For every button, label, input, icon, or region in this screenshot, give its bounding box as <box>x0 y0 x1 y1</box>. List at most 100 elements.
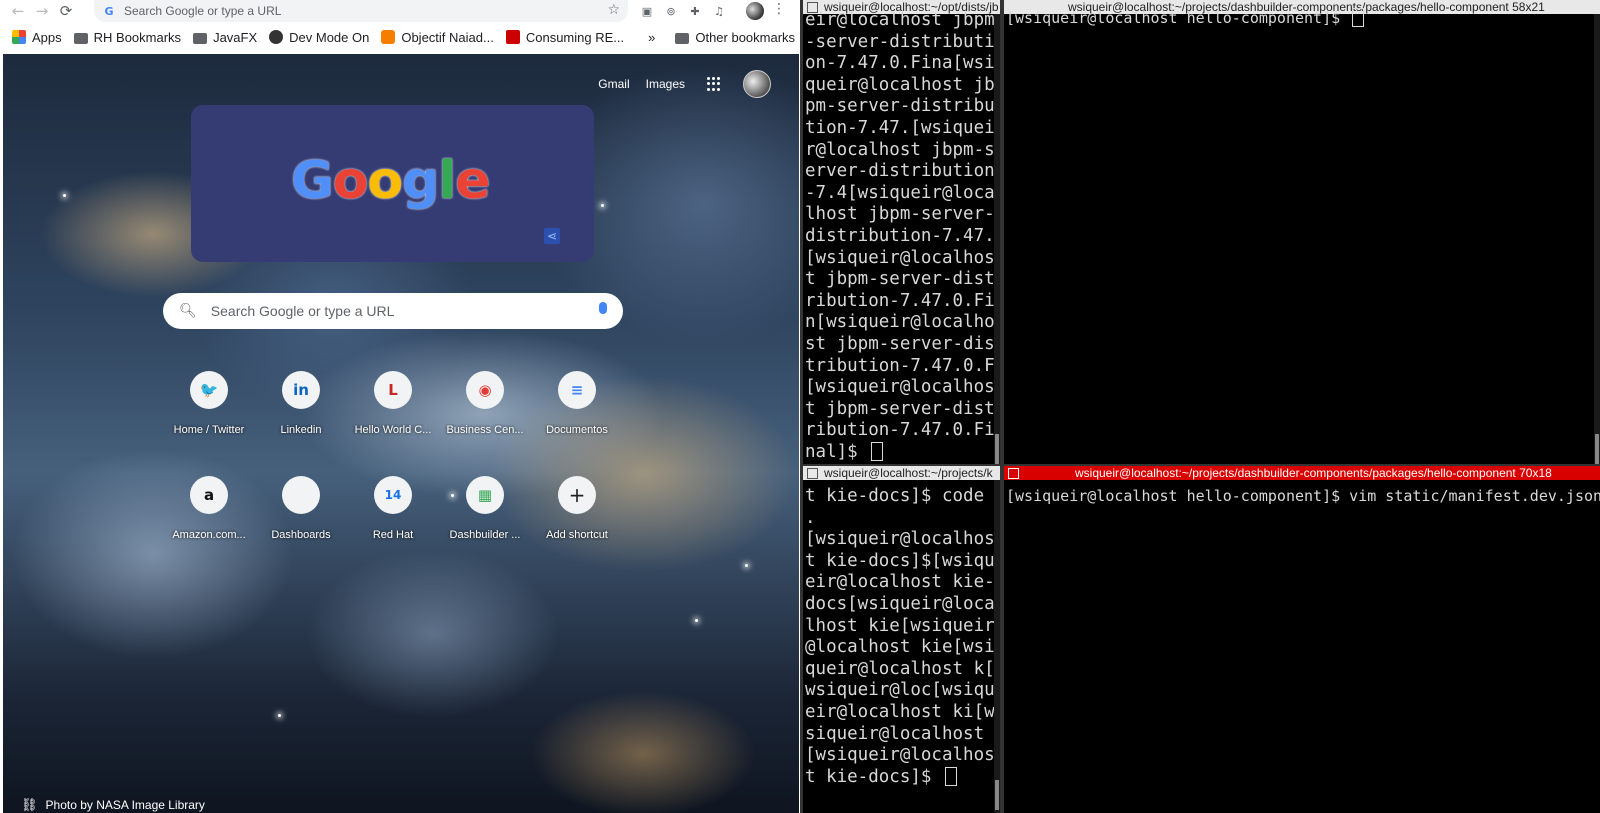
terminal-title: wsiqueir@localhost:~/projects/k <box>824 466 993 480</box>
images-link[interactable]: Images <box>646 77 685 91</box>
terminal-output[interactable]: [wsiqueir@localhost hello-component]$ <box>1004 8 1600 464</box>
shortcut-amazon[interactable]: a Amazon.com... <box>163 476 255 541</box>
terminal-line: st jbpm-server-dis <box>805 333 995 354</box>
omnibox-placeholder: Search Google or type a URL <box>124 4 282 18</box>
bookmark-javafx[interactable]: JavaFX <box>193 30 257 45</box>
terminal-scrollbar[interactable] <box>994 14 1000 464</box>
background-star <box>63 194 66 197</box>
shortcut-label: Linkedin <box>280 424 322 436</box>
doodle-letter: o <box>367 151 403 211</box>
terminal-top-right[interactable]: wsiqueir@localhost:~/projects/dashbuilde… <box>1004 0 1600 464</box>
terminal-line: docs[wsiqueir@loca <box>805 593 995 614</box>
bookmark-objectif-naiad[interactable]: Objectif Naiad... <box>381 30 494 45</box>
shortcut-red-hat[interactable]: 14 Red Hat <box>347 476 439 541</box>
folder-icon <box>675 32 690 44</box>
bookmark-star-icon[interactable]: ☆ <box>607 2 620 18</box>
terminal-bottom-right[interactable]: wsiqueir@localhost:~/projects/dashbuilde… <box>1004 466 1600 813</box>
omnibox[interactable]: G Search Google or type a URL ☆ <box>94 0 628 22</box>
ntp-search-box[interactable]: 🔍︎ Search Google or type a URL <box>163 293 623 329</box>
shortcut-business-central[interactable]: ◉ Business Cen... <box>439 371 531 436</box>
shortcut-label: Hello World C... <box>354 424 432 436</box>
shortcut-documentos[interactable]: ≡ Documentos <box>531 371 623 436</box>
twitter-icon: 🐦 <box>190 371 228 409</box>
photo-credit[interactable]: ⛓ Photo by NASA Image Library <box>21 797 205 813</box>
chrome-window: ← → ⟳ G Search Google or type a URL ☆ ▣ … <box>0 0 800 813</box>
terminal-icon <box>1008 468 1019 479</box>
shortcut-hello-world[interactable]: L Hello World C... <box>347 371 439 436</box>
terminal-line: tion-7.47.[wsiquei <box>805 117 995 138</box>
new-tab-page: Gmail Images Google ⋖ 🔍︎ Search Google o… <box>3 54 799 813</box>
bookmark-label: Dev Mode On <box>289 29 370 45</box>
blogger-icon <box>381 30 396 44</box>
add-shortcut-button[interactable]: + Add shortcut <box>531 476 623 541</box>
terminal-bottom-left[interactable]: wsiqueir@localhost:~/projects/k t kie-do… <box>803 466 1000 813</box>
google-doodle[interactable]: Google ⋖ <box>191 105 594 262</box>
terminal-line: -server-distributio <box>805 31 1000 52</box>
bookmark-other[interactable]: Other bookmarks <box>675 30 795 45</box>
terminal-line: distribution-7.47. <box>805 225 995 246</box>
shortcut-label: Amazon.com... <box>172 529 246 541</box>
doodle-letter: l <box>438 151 456 211</box>
dashbuilder-icon: ▦ <box>466 476 504 514</box>
shortcut-label: Documentos <box>546 424 608 436</box>
terminal-output[interactable]: t kie-docs]$ code. [wsiqueir@localhos t ki… <box>803 486 1000 813</box>
doodle-letter: g <box>402 151 439 211</box>
bookmark-rh-bookmarks[interactable]: RH Bookmarks <box>73 29 182 45</box>
terminal-line: [wsiqueir@localhos <box>805 247 995 268</box>
gmail-link[interactable]: Gmail <box>598 77 629 91</box>
terminal-top-left[interactable]: wsiqueir@localhost:~/opt/dists/jb eir@lo… <box>803 0 1000 464</box>
terminal-output[interactable]: eir@localhost jbpm -server-distributio on-… <box>803 10 1000 464</box>
shortcut-linkedin[interactable]: in Linkedin <box>255 371 347 436</box>
terminal-title: wsiqueir@localhost:~/projects/dashbuilde… <box>1075 466 1552 480</box>
terminal-line: t jbpm-server-dist <box>805 398 995 419</box>
media-control-icon[interactable]: ♫ <box>710 2 728 20</box>
terminal-line: [wsiqueir@localhost hello-component]$ <box>1006 8 1600 28</box>
shortcut-label: Dashboards <box>271 529 331 541</box>
forward-button[interactable]: → <box>30 0 54 22</box>
terminal-line: t kie-docs]$[wsiqu <box>805 550 995 571</box>
shortcut-twitter[interactable]: 🐦 Home / Twitter <box>163 371 255 436</box>
terminal-scrollbar[interactable] <box>994 480 1000 813</box>
doodle-logo: Google <box>291 151 491 211</box>
profile-avatar[interactable] <box>746 2 764 20</box>
terminal-line: eir@localhost kie- <box>805 572 995 593</box>
microphone-icon[interactable] <box>599 302 607 314</box>
bookmarks-overflow-button[interactable]: » <box>648 30 655 45</box>
google-apps-icon[interactable] <box>707 77 721 91</box>
chrome-menu-icon[interactable]: ⋮ <box>772 1 786 17</box>
google-icon: G <box>104 4 114 18</box>
back-button[interactable]: ← <box>6 0 30 22</box>
background-star <box>278 714 281 717</box>
terminal-line: @localhost kie[wsi <box>805 637 995 658</box>
terminal-line: . <box>805 507 816 528</box>
extension-b-icon[interactable]: ▣ <box>638 2 656 20</box>
terminal-line: eir@localhost jbpm <box>805 10 995 30</box>
terminal-line: siqueir@localhost <box>805 723 995 744</box>
bookmark-dev-mode-on[interactable]: Dev Mode On <box>269 30 369 45</box>
terminal-line: nal]$ <box>805 441 1000 464</box>
bookmark-label: RH Bookmarks <box>93 29 182 45</box>
liferay-icon: L <box>374 371 412 409</box>
bookmark-consuming-re[interactable]: Consuming RE... <box>505 30 624 45</box>
reload-button[interactable]: ⟳ <box>54 0 78 22</box>
terminal-line: queir@localhost k[ <box>805 658 995 679</box>
doodle-letter: G <box>291 151 334 211</box>
terminal-output[interactable]: [wsiqueir@localhost hello-component]$ vi… <box>1004 486 1600 813</box>
terminal-cursor <box>944 766 957 786</box>
share-icon[interactable]: ⋖ <box>544 228 560 244</box>
bookmark-apps[interactable]: Apps <box>12 30 62 45</box>
shortcut-dashboards[interactable]: Dashboards <box>255 476 347 541</box>
terminal-line: on-7.47.0.Fina[wsi <box>805 53 995 74</box>
extensions-puzzle-icon[interactable]: ✚ <box>686 2 704 20</box>
business-central-icon: ◉ <box>466 371 504 409</box>
shortcut-label: Home / Twitter <box>173 424 245 436</box>
folder-icon <box>193 32 208 44</box>
shortcut-label: Add shortcut <box>546 529 608 541</box>
doodle-letter: o <box>332 151 369 211</box>
shortcut-dashbuilder[interactable]: ▦ Dashbuilder ... <box>439 476 531 541</box>
account-avatar[interactable] <box>743 70 771 98</box>
terminal-line: ribution-7.47.0.Fi <box>805 420 995 441</box>
terminal-scrollbar[interactable] <box>1594 14 1600 464</box>
amazon-icon: a <box>190 476 228 514</box>
extension-sync-icon[interactable]: ⊚ <box>662 2 680 20</box>
